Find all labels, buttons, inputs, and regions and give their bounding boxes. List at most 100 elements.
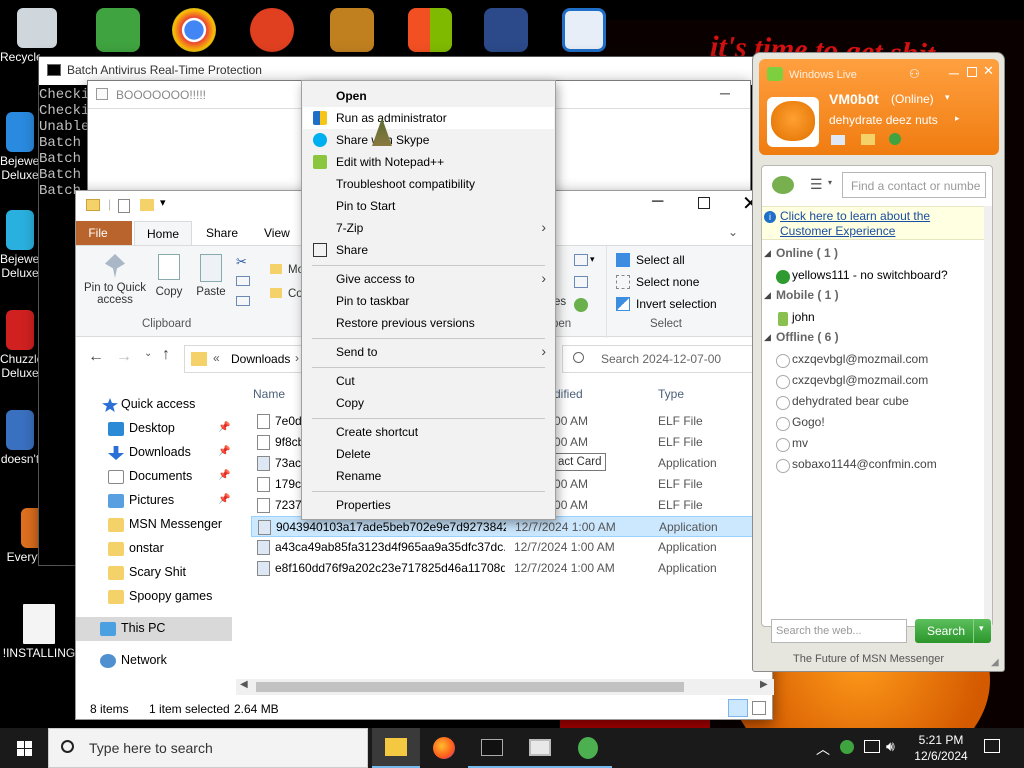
nav-item-scary-shit[interactable]: Scary Shit (76, 561, 232, 585)
customer-experience-link[interactable]: Click here to learn about the Customer E… (780, 209, 980, 239)
contact-offline[interactable]: sobaxo1144@confmin.com (792, 457, 937, 471)
tab-view[interactable]: View (252, 221, 302, 245)
cut-icon[interactable]: ✂ (236, 254, 247, 270)
nav-item-pictures[interactable]: Pictures 📌 (76, 489, 232, 513)
file-row[interactable]: a43ca49ab85fa3123d4f965aa9a35dfc37dc... 1… (251, 537, 775, 558)
menu-item-rename[interactable]: Rename (303, 465, 554, 487)
menu-item-share[interactable]: Share (303, 239, 554, 261)
nav-item-onstar[interactable]: onstar (76, 537, 232, 561)
anime-icon[interactable] (484, 8, 528, 52)
nav-quick-access[interactable]: Quick access (76, 393, 232, 417)
taskbar-app-msn-messenger[interactable] (564, 728, 612, 768)
path-overflow[interactable]: « (213, 351, 220, 365)
new-folder-icon[interactable] (140, 199, 154, 211)
mail-icon[interactable] (831, 135, 845, 145)
msn-tray-icon[interactable] (840, 740, 854, 754)
column-header-date[interactable]: dified (554, 387, 583, 401)
pin-to-quick-access-button[interactable]: Pin to Quick access (82, 254, 148, 306)
menu-item-7zip[interactable]: 7-Zip › (303, 217, 554, 239)
tab-share[interactable]: Share (194, 221, 250, 245)
menu-item-create-shortcut[interactable]: Create shortcut (303, 421, 554, 443)
start-button[interactable] (0, 728, 48, 768)
folder-icon[interactable] (861, 134, 875, 145)
minimize-icon[interactable]: ─ (720, 85, 730, 101)
menu-item-restore-previous-versions[interactable]: Restore previous versions (303, 312, 554, 334)
search-dropdown-icon[interactable]: ▾ (979, 623, 984, 634)
view-options-icon[interactable]: ☰ (810, 176, 823, 193)
show-hidden-icons-icon[interactable]: ︿ (816, 739, 830, 759)
chrome-icon[interactable] (172, 8, 216, 52)
recent-locations-icon[interactable]: ⌄ (144, 348, 152, 359)
menu-item-properties[interactable]: Properties (303, 494, 554, 516)
msn-status[interactable]: (Online) (891, 92, 934, 106)
winrar-icon[interactable] (330, 8, 374, 52)
taskbar-app-firefox[interactable] (420, 728, 468, 768)
menu-item-edit-with-notepadpp[interactable]: Edit with Notepad++ (303, 151, 554, 173)
taskbar-search-box[interactable]: Type here to search (48, 728, 368, 768)
column-header-name[interactable]: Name (253, 387, 285, 401)
resize-grip-icon[interactable]: ◢ (991, 657, 999, 668)
large-icons-view-icon[interactable] (752, 701, 766, 715)
menu-item-cut[interactable]: Cut (303, 370, 554, 392)
collapse-mobile-icon[interactable]: ◢ (764, 290, 771, 301)
nav-item-documents[interactable]: Documents 📌 (76, 465, 232, 489)
desktop-icon-bejeweled-2[interactable]: Bejeweled Deluxe (0, 210, 40, 280)
menu-item-pin-to-start[interactable]: Pin to Start (303, 195, 554, 217)
group-mobile[interactable]: Mobile ( 1 ) (776, 288, 839, 302)
contact-scrollbar[interactable] (984, 206, 992, 626)
contact-offline[interactable]: cxzqevbgl@mozmail.com (792, 373, 928, 387)
copy-path-icon[interactable] (236, 276, 250, 286)
history-icon[interactable] (574, 298, 588, 312)
column-header-type[interactable]: Type (658, 387, 684, 401)
desktop-icon-installing[interactable]: !INSTALLING (2, 604, 76, 660)
nav-this-pc[interactable]: This PC (76, 617, 232, 641)
minimize-icon[interactable]: ─ (652, 193, 663, 211)
msn-username[interactable]: VM0b0t (829, 91, 879, 107)
menu-item-delete[interactable]: Delete (303, 443, 554, 465)
menu-item-give-access-to[interactable]: Give access to › (303, 268, 554, 290)
network-icon[interactable] (864, 740, 880, 753)
up-arrow-icon[interactable]: ↑ (162, 346, 170, 364)
contact-mobile[interactable]: john (792, 310, 815, 324)
contact-offline[interactable]: mv (792, 436, 808, 450)
display-picture[interactable] (767, 97, 819, 147)
back-arrow-icon[interactable]: ← (88, 348, 104, 366)
open-dropdown-icon[interactable]: ▾ (590, 254, 595, 265)
horizontal-scrollbar[interactable]: ◀ ▶ (236, 679, 774, 695)
menu-item-share-with-skype[interactable]: Share with Skype (303, 129, 554, 151)
group-offline[interactable]: Offline ( 6 ) (776, 330, 839, 344)
contact-offline[interactable]: Gogo! (792, 415, 825, 429)
search-box[interactable]: Search 2024-12-07-00 (562, 345, 762, 373)
path-segment-downloads[interactable]: Downloads (231, 352, 290, 366)
maximize-icon[interactable] (698, 197, 710, 209)
view-dropdown-icon[interactable]: ▾ (828, 178, 832, 187)
properties-icon[interactable] (118, 199, 130, 213)
contact-search-input[interactable]: Find a contact or number (842, 172, 986, 198)
file-row[interactable]: e8f160dd76f9a202c23e717825d46a11708d... 1… (251, 558, 775, 579)
close-icon[interactable]: ✕ (983, 63, 994, 79)
desktop-icon-doesnt[interactable]: doesn't (0, 410, 40, 466)
info-bar[interactable]: i Click here to learn about the Customer… (762, 206, 992, 240)
desktop-icon-chuzzle[interactable]: Chuzzle Deluxe (0, 310, 40, 380)
nav-item-desktop[interactable]: Desktop 📌 (76, 417, 232, 441)
menu-item-run-as-administrator[interactable]: Run as administrator (303, 107, 554, 129)
collapse-online-icon[interactable]: ◢ (764, 248, 771, 259)
msn-footer[interactable]: The Future of MSN Messenger (793, 653, 944, 665)
tab-file[interactable]: File (76, 221, 132, 245)
group-online[interactable]: Online ( 1 ) (776, 246, 838, 260)
volume-icon[interactable]: 🔊︎ (886, 738, 895, 755)
open-icon[interactable] (574, 254, 588, 266)
windows-shield-icon[interactable] (408, 8, 452, 52)
web-search-button[interactable]: Search ▾ (915, 619, 991, 643)
add-contact-icon[interactable] (772, 176, 794, 194)
message-dropdown-icon[interactable]: ▸ (955, 113, 960, 124)
msn-icon[interactable] (96, 8, 140, 52)
quick-access-toolbar-dropdown-icon[interactable]: ▾ (160, 196, 166, 209)
contact-offline[interactable]: dehydrated bear cube (792, 394, 909, 408)
tab-home[interactable]: Home (134, 221, 193, 245)
web-search-input[interactable]: Search the web... (771, 619, 907, 643)
taskbar-app-window[interactable] (516, 728, 564, 768)
msn-personal-message[interactable]: dehydrate deez nuts (829, 113, 938, 127)
msn-buddy-icon[interactable] (889, 133, 901, 145)
minimize-icon[interactable]: ─ (949, 65, 959, 81)
